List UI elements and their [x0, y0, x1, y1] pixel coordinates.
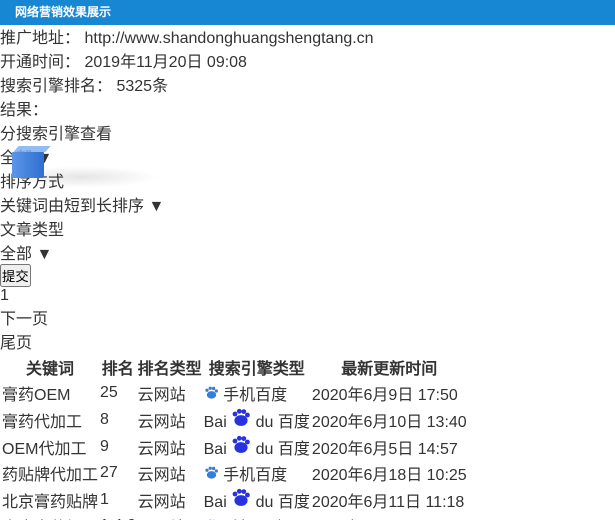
baidu-logo: Bai du 百度 [203, 408, 310, 431]
last-page-button[interactable]: 尾页 [0, 329, 615, 353]
header-update-time: 最新更新时间 [341, 361, 438, 378]
mobile-baidu-logo: 手机百度 [204, 466, 288, 484]
baidu-logo-du: du [255, 441, 274, 458]
table-row: OEM代加工 9 云网站 Bai du 百度 2020年6月5日 14:57 [2, 434, 467, 459]
next-page-button[interactable]: 下一页 [0, 305, 615, 329]
baidu-logo-bai: Bai [203, 494, 227, 511]
baidu-logo-cn: 百度 [277, 441, 310, 458]
update-time-cell: 2020年6月11日 11:18 [311, 493, 465, 511]
rank-type-cell: 云网站 [137, 387, 186, 404]
keyword-cell: OEM代加工 [2, 440, 87, 458]
rank-link[interactable]: 8 [100, 411, 109, 428]
baidu-logo-du: du [255, 494, 274, 511]
page-1-button[interactable]: 1 [0, 287, 615, 305]
header-rank: 排名 [101, 361, 134, 378]
bar-blue [12, 152, 44, 178]
table-row: 药贴牌代加工 27 云网站 手机百度 2020年6月18日 10:25 [2, 461, 467, 485]
header-keyword: 关键词 [26, 361, 75, 378]
rank-type-cell: 云网站 [137, 413, 186, 431]
update-time-cell: 2020年6月9日 17:50 [311, 387, 458, 404]
baidu-paw-icon: du [231, 435, 278, 458]
article-type-label: 文章类型 [0, 222, 65, 239]
rank-link[interactable]: 27 [100, 464, 118, 481]
engine-label: 手机百度 [223, 467, 288, 484]
keyword-cell: 膏药代加工 [2, 413, 83, 431]
baidu-logo-bai: Bai [203, 441, 227, 458]
rank-link[interactable]: 9 [100, 438, 109, 455]
header-engine-type: 搜索引擎类型 [208, 361, 305, 378]
rank-type-cell: 云网站 [138, 514, 202, 520]
baidu-paw-icon [204, 466, 223, 484]
keyword-cell: 北京膏药贴牌 [2, 493, 99, 511]
sort-selected: 关键词由短到长排序 [0, 198, 145, 215]
update-time-cell: 2020年6月18日 10:25 [311, 467, 467, 484]
submit-button[interactable]: 提交 [0, 264, 31, 287]
keyword-rank-table: 关键词 排名 排名类型 搜索引擎类型 最新更新时间 膏药OEM 25 云网站 手… [0, 353, 469, 520]
header-rank-type: 排名类型 [137, 361, 202, 378]
baidu-logo-cn: 百度 [277, 494, 310, 511]
baidu-paw-icon: du [231, 488, 278, 511]
keyword-cell: 药贴牌代加工 [2, 467, 99, 484]
baidu-logo-cn: 百度 [277, 414, 310, 431]
growth-chart-illustration [0, 30, 185, 190]
chevron-down-icon: ▼ [36, 246, 53, 263]
keyword-cell: 枣庄膏药加工 [2, 514, 98, 520]
baidu-paw-icon [204, 386, 223, 404]
update-time-cell: 2020年6月18日 10:19 [312, 514, 467, 520]
table-header-row: 关键词 排名 排名类型 搜索引擎类型 最新更新时间 [2, 355, 467, 379]
baidu-logo-du: du [255, 414, 274, 431]
sort-select[interactable]: 关键词由短到长排序 ▼ [0, 192, 615, 216]
keyword-cell: 膏药OEM [2, 387, 71, 404]
bar-green [46, 140, 72, 178]
baidu-logo: Bai du 百度 [203, 488, 310, 511]
baidu-paw-icon: du [231, 408, 278, 431]
rank-type-cell: 云网站 [137, 467, 186, 484]
rank-link[interactable]: 1 [100, 491, 109, 508]
engine-label: 手机百度 [223, 387, 288, 404]
baidu-logo: Bai du 百度 [203, 435, 310, 458]
update-time-cell: 2020年6月5日 14:57 [311, 440, 458, 458]
update-time-cell: 2020年6月10日 13:40 [311, 413, 467, 431]
pagination: 1 下一页 尾页 [0, 287, 615, 353]
rank-link[interactable]: 25 [100, 384, 118, 401]
table-row: 枣庄膏药加工 1,4,6 云网站 手机百度 2020年6月18日 10:19 [2, 514, 467, 520]
page-title: 网络营销效果展示 [0, 0, 615, 25]
baidu-logo-bai: Bai [203, 414, 227, 431]
rank-type-cell: 云网站 [137, 440, 186, 458]
table-row: 膏药代加工 8 云网站 Bai du 百度 2020年6月10日 13:40 [2, 407, 467, 432]
table-row: 膏药OEM 25 云网站 手机百度 2020年6月9日 17:50 [2, 381, 467, 405]
marketing-report-page: 网络营销效果展示 会员公司： 山东皇圣堂药业有限公司 推广地址： http://… [0, 0, 615, 520]
article-type-select[interactable]: 全部 ▼ [0, 240, 615, 264]
mobile-baidu-logo: 手机百度 [204, 386, 288, 404]
table-row: 北京膏药贴牌 1 云网站 Bai du 百度 2020年6月11日 11:18 [2, 487, 467, 512]
rank-type-cell: 云网站 [137, 493, 186, 511]
article-type-selected: 全部 [0, 246, 33, 263]
chevron-down-icon: ▼ [148, 198, 165, 215]
